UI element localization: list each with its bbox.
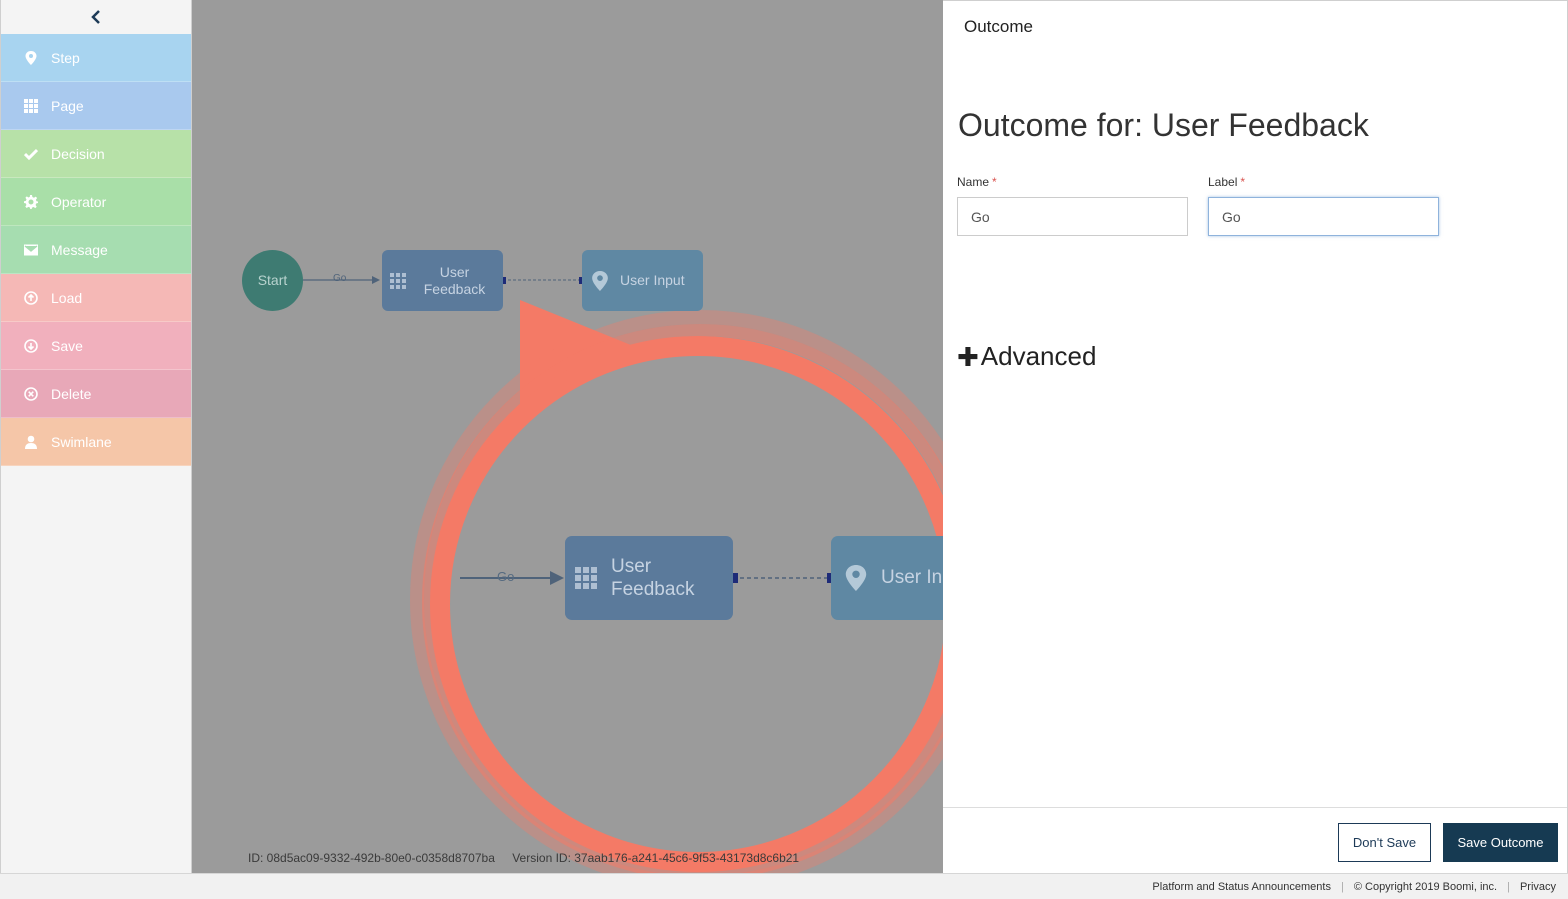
copyright-text: © Copyright 2019 Boomi, inc. bbox=[1353, 880, 1498, 893]
arrowhead bbox=[372, 276, 380, 284]
save-outcome-button[interactable]: Save Outcome bbox=[1443, 823, 1558, 862]
sidebar-item-message[interactable]: Message bbox=[1, 226, 191, 274]
divider: | bbox=[1507, 880, 1510, 893]
required-mark: * bbox=[1240, 175, 1246, 189]
required-mark: * bbox=[992, 175, 997, 189]
sidebar-item-label: Message bbox=[51, 241, 108, 258]
chevron-left-icon bbox=[91, 10, 100, 24]
canvas-connectors bbox=[303, 276, 943, 873]
user-feedback-node[interactable]: User Feedback bbox=[382, 250, 503, 311]
name-field-label: Name * bbox=[957, 175, 997, 189]
envelope-icon bbox=[23, 242, 39, 258]
panel-header: Outcome bbox=[964, 17, 1033, 36]
label-field[interactable] bbox=[1208, 197, 1439, 236]
start-node-label: Start bbox=[257, 272, 288, 288]
sidebar-item-step[interactable]: Step bbox=[1, 34, 191, 82]
check-icon bbox=[23, 146, 39, 162]
zoom-user-feedback-node: User Feedback bbox=[565, 536, 733, 620]
advanced-label: Advanced bbox=[980, 341, 1097, 371]
map-pin-icon bbox=[845, 565, 867, 591]
page-title: Outcome for: User Feedback bbox=[958, 107, 1369, 143]
flow-version-id: Version ID: 37aab176-a241-45c6-9f53-4317… bbox=[512, 851, 800, 865]
download-circle-icon bbox=[23, 338, 39, 354]
collapse-sidebar-button[interactable] bbox=[1, 0, 191, 34]
grid-icon bbox=[23, 98, 39, 114]
footer-bar: Platform and Status Announcements | © Co… bbox=[0, 873, 1568, 899]
sidebar-item-label: Page bbox=[51, 97, 84, 114]
divider: | bbox=[1340, 880, 1344, 893]
sidebar-item-decision[interactable]: Decision bbox=[1, 130, 191, 178]
callout-pointer bbox=[520, 300, 638, 408]
map-pin-icon bbox=[23, 50, 39, 66]
flow-canvas[interactable]: Go Start User Feedback User Input Go Use… bbox=[192, 0, 943, 873]
sidebar-item-label: Save bbox=[51, 337, 83, 354]
name-field[interactable] bbox=[957, 197, 1188, 236]
sidebar-item-label: Operator bbox=[51, 193, 107, 210]
dont-save-button[interactable]: Don't Save bbox=[1338, 823, 1431, 862]
sidebar-item-load[interactable]: Load bbox=[1, 274, 191, 322]
zoom-arrowhead bbox=[550, 571, 564, 585]
zoom-user-input-label: User In bbox=[881, 567, 943, 588]
name-label-text: Name bbox=[957, 175, 990, 189]
sidebar-item-label: Delete bbox=[51, 385, 92, 402]
label-label-text: Label bbox=[1208, 175, 1238, 189]
start-node[interactable]: Start bbox=[242, 250, 303, 311]
upload-circle-icon bbox=[23, 290, 39, 306]
flow-id: ID: 08d5ac09-9332-492b-80e0-c0358d8707ba bbox=[248, 851, 495, 865]
map-pin-icon bbox=[592, 270, 608, 291]
page-grid-icon bbox=[575, 567, 597, 589]
flow-id-info: ID: 08d5ac09-9332-492b-80e0-c0358d8707ba… bbox=[248, 851, 813, 865]
page-grid-icon bbox=[390, 272, 406, 289]
zoom-outcome-label: Go bbox=[497, 569, 515, 584]
advanced-toggle[interactable]: ✚ Advanced bbox=[957, 341, 1096, 372]
announcements-link[interactable]: Platform and Status Announcements bbox=[1152, 881, 1331, 893]
sidebar-item-page[interactable]: Page bbox=[1, 82, 191, 130]
sidebar-item-operator[interactable]: Operator bbox=[1, 178, 191, 226]
outcome-panel: Outcome Outcome for: User Feedback Name *… bbox=[943, 0, 1568, 873]
user-input-node-label: User Input bbox=[620, 272, 685, 288]
label-field-label: Label * bbox=[1208, 175, 1245, 189]
sidebar-item-label: Decision bbox=[51, 145, 105, 162]
sidebar-item-save[interactable]: Save bbox=[1, 322, 191, 370]
sidebar-item-label: Load bbox=[51, 289, 83, 306]
gear-icon bbox=[23, 194, 39, 210]
privacy-link[interactable]: Privacy bbox=[1520, 881, 1556, 893]
panel-footer: Don't Save Save Outcome bbox=[943, 807, 1567, 874]
user-input-node[interactable]: User Input bbox=[582, 250, 703, 311]
close-circle-icon bbox=[23, 386, 39, 402]
user-feedback-node-label: User Feedback bbox=[423, 263, 486, 297]
user-icon bbox=[23, 434, 39, 450]
plus-icon: ✚ bbox=[957, 341, 979, 372]
zoom-user-feedback-label: User Feedback bbox=[611, 556, 695, 600]
outcome-label[interactable]: Go bbox=[333, 273, 346, 284]
zoom-user-input-node: User In bbox=[831, 536, 943, 620]
sidebar-item-swimlane[interactable]: Swimlane bbox=[1, 418, 191, 466]
sidebar-item-delete[interactable]: Delete bbox=[1, 370, 191, 418]
sidebar: Step Page Decision Operator Message Load… bbox=[0, 0, 192, 873]
sidebar-item-label: Swimlane bbox=[51, 433, 112, 450]
sidebar-item-label: Step bbox=[51, 49, 80, 66]
